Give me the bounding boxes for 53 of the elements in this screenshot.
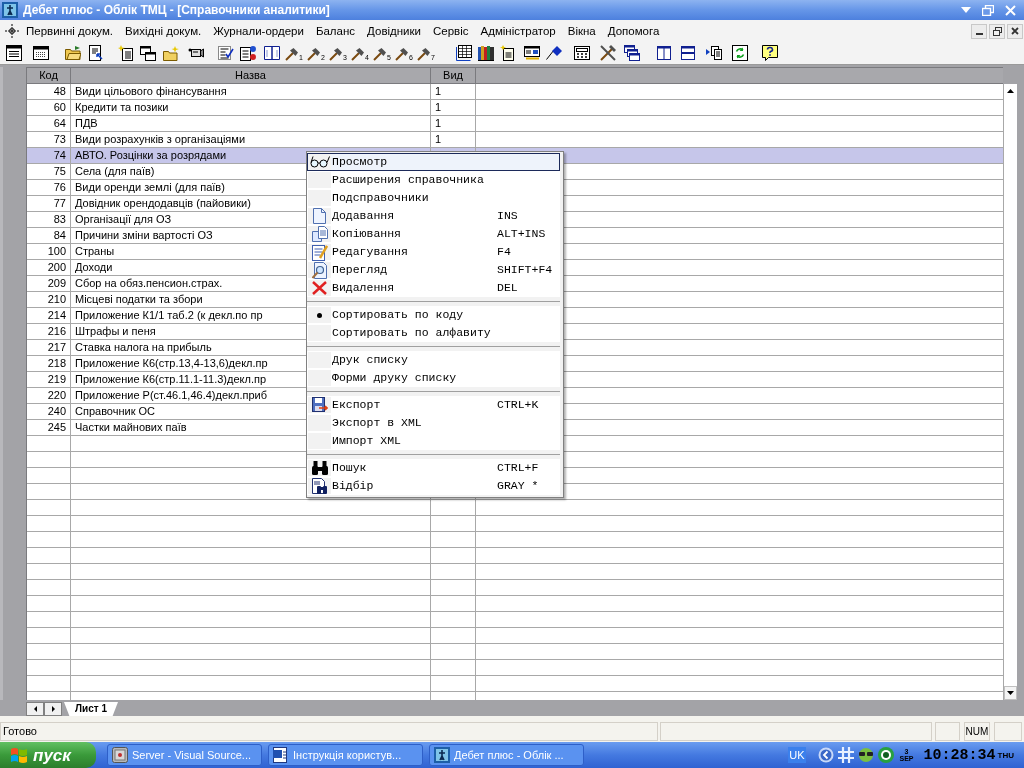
code-text: 73 (53, 132, 66, 147)
code-text: 200 (47, 260, 66, 275)
code-text: 209 (47, 276, 66, 291)
name-text: Приложение К1/1 таб.2 (к декл.по пр (75, 308, 263, 323)
code-text: 100 (47, 244, 66, 259)
code-text: 217 (47, 340, 66, 355)
code-text: 64 (53, 116, 66, 131)
code-text: 48 (53, 84, 66, 99)
name-text: Кредити та позики (75, 100, 169, 115)
code-text: 83 (53, 212, 66, 227)
code-text: 60 (53, 100, 66, 115)
name-text: Місцеві податки та збори (75, 292, 203, 307)
name-text: Організації для ОЗ (75, 212, 172, 227)
code-text: 214 (47, 308, 66, 323)
status-indicator: NUM (964, 722, 990, 741)
code-text: 77 (53, 196, 66, 211)
name-text: Частки майнових паїв (75, 420, 187, 435)
type-text: 1 (435, 116, 442, 131)
name-text: Види розрахунків з організаціями (75, 132, 246, 147)
name-text: Села (для паїв) (75, 164, 155, 179)
name-text: Приложение К6(стр.11.1-11.3)декл.пр (75, 372, 266, 387)
window-title: Дебет плюс - Облік ТМЦ - [Справочники аналитики] (23, 4, 330, 16)
name-text: Доходи (75, 260, 113, 275)
name-text: Сбор на обяз.пенсион.страх. (75, 276, 223, 291)
name-text: Причини зміни вартості ОЗ (75, 228, 213, 243)
name-text: Приложение К6(стр.13,4-13,6)декл.пр (75, 356, 268, 371)
status-message: Готово (0, 722, 658, 741)
name-text: ПДВ (75, 116, 98, 131)
type-text: 1 (435, 84, 442, 99)
code-text: 75 (53, 164, 66, 179)
name-text: Ставка налога на прибыль (75, 340, 212, 355)
code-text: 220 (47, 388, 66, 403)
weekday: THU (997, 752, 1014, 760)
name-text: Штрафы и пеня (75, 324, 156, 339)
name-text: Види оренди землі (для паїв) (75, 180, 225, 195)
clock-time: 10:28:34 (923, 747, 996, 763)
name-text: Справочник ОС (75, 404, 156, 419)
name-text: Види цільового фінансування (75, 84, 227, 99)
code-text: 218 (47, 356, 66, 371)
name-text: АВТО. Розцінки за розрядами (75, 148, 227, 163)
name-text: Страны (75, 244, 115, 259)
code-text: 76 (53, 180, 66, 195)
code-text: 74 (53, 148, 66, 163)
code-text: 245 (47, 420, 66, 435)
type-text: 1 (435, 132, 442, 147)
code-text: 240 (47, 404, 66, 419)
name-text: Довідник орендодавців (пайовики) (75, 196, 251, 211)
name-text: Приложение Р(ст.46.1,46.4)декл.приб (75, 388, 267, 403)
code-text: 210 (47, 292, 66, 307)
code-text: 84 (53, 228, 66, 243)
code-text: 216 (47, 324, 66, 339)
type-text: 1 (435, 100, 442, 115)
code-text: 219 (47, 372, 66, 387)
